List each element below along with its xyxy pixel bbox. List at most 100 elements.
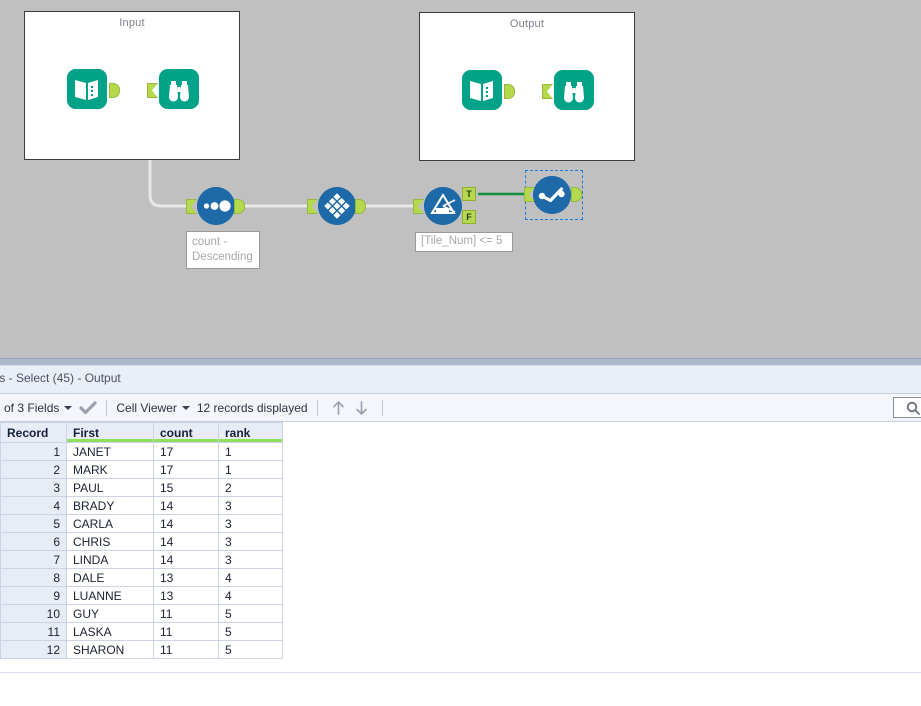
table-cell[interactable]: 7 [0,550,67,569]
table-cell[interactable]: 17 [153,460,219,479]
table-row[interactable]: 3 PAUL 15 2 [0,478,283,497]
table-cell[interactable]: 3 [218,514,283,533]
table-cell[interactable]: LUANNE [66,586,154,605]
table-cell[interactable]: 4 [218,568,283,587]
table-row[interactable]: 9 LUANNE 13 4 [0,586,283,605]
table-cell[interactable]: MARK [66,460,154,479]
table-row[interactable]: 1 JANET 17 1 [0,442,283,461]
table-cell[interactable]: 11 [153,622,219,641]
table-row[interactable]: 5 CARLA 14 3 [0,514,283,533]
table-cell[interactable]: 4 [0,496,67,515]
table-row[interactable]: 12 SHARON 11 5 [0,640,283,659]
table-cell[interactable]: JANET [66,442,154,461]
column-header-record[interactable]: Record [0,422,67,443]
table-cell[interactable]: 11 [0,622,67,641]
table-cell[interactable]: 5 [218,640,283,659]
table-row[interactable]: 8 DALE 13 4 [0,568,283,587]
table-cell[interactable]: CHRIS [66,532,154,551]
filter-annotation: [Tile_Num] <= 5 [415,232,513,252]
table-cell[interactable]: 1 [0,442,67,461]
table-row[interactable]: 4 BRADY 14 3 [0,496,283,515]
table-cell[interactable]: 11 [153,604,219,623]
results-grid[interactable]: Record First count rank 1 JANET 17 1 2 MARK 17… [0,422,283,659]
table-cell[interactable]: 2 [0,460,67,479]
workflow-canvas[interactable]: Input Output count - Descending T F [Til… [0,0,921,358]
table-cell[interactable]: 5 [0,514,67,533]
table-cell[interactable]: 8 [0,568,67,587]
toolbar-separator [106,399,108,416]
table-cell[interactable]: 12 [0,640,67,659]
column-header-first[interactable]: First [66,422,154,443]
table-cell[interactable]: 5 [218,622,283,641]
table-row[interactable]: 10 GUY 11 5 [0,604,283,623]
results-panel: ts - Select (45) - Output 3 of 3 Fields … [0,366,921,706]
panel-splitter[interactable] [0,358,921,366]
input-anchor[interactable] [147,83,158,98]
table-row[interactable]: 7 LINDA 14 3 [0,550,283,569]
search-input[interactable] [893,397,921,418]
tile-tool[interactable] [318,187,356,225]
table-row[interactable]: 2 MARK 17 1 [0,460,283,479]
table-cell[interactable]: 14 [153,532,219,551]
browse-tool[interactable] [554,70,594,110]
table-row[interactable]: 6 CHRIS 14 3 [0,532,283,551]
browse-tool[interactable] [159,69,199,109]
chevron-down-icon [64,405,73,410]
table-cell[interactable]: CARLA [66,514,154,533]
cell-viewer-dropdown[interactable]: Cell Viewer [116,401,196,415]
table-cell[interactable]: 11 [153,640,219,659]
book-icon [67,69,107,109]
table-cell[interactable]: 3 [0,478,67,497]
table-cell[interactable]: BRADY [66,496,154,515]
input-container[interactable]: Input [24,11,240,160]
table-cell[interactable]: SHARON [66,640,154,659]
table-cell[interactable]: 15 [153,478,219,497]
column-header-count[interactable]: count [153,422,219,443]
browse-tool[interactable] [533,176,571,214]
table-cell[interactable]: 9 [0,586,67,605]
table-cell[interactable]: 14 [153,496,219,515]
results-toolbar[interactable]: 3 of 3 Fields Cell Viewer 12 records dis… [0,394,921,422]
filter-tool[interactable] [424,187,462,225]
table-cell[interactable]: 14 [153,550,219,569]
table-cell[interactable]: 3 [218,496,283,515]
checkmark-icon[interactable] [79,400,97,415]
toolbar-separator [316,399,318,416]
search-icon [906,401,920,415]
sort-tool[interactable] [197,187,235,225]
table-cell[interactable]: LASKA [66,622,154,641]
filter-true-anchor[interactable]: T [462,187,476,201]
fields-dropdown[interactable]: 3 of 3 Fields [0,401,79,415]
table-cell[interactable]: 6 [0,532,67,551]
grid-body: 1 JANET 17 1 2 MARK 17 1 3 PAUL 15 2 4 BRADY 14 3 5 CARLA… [0,442,283,659]
table-cell[interactable]: LINDA [66,550,154,569]
arrow-down-icon[interactable] [354,400,369,416]
column-header-rank[interactable]: rank [218,422,283,443]
table-cell[interactable]: 10 [0,604,67,623]
table-row[interactable]: 11 LASKA 11 5 [0,622,283,641]
table-cell[interactable]: 3 [218,550,283,569]
table-cell[interactable]: 4 [218,586,283,605]
table-cell[interactable]: GUY [66,604,154,623]
input-anchor[interactable] [542,84,553,99]
filter-false-anchor[interactable]: F [462,210,476,224]
table-cell[interactable]: 2 [218,478,283,497]
output-anchor[interactable] [504,84,515,99]
table-cell[interactable]: 13 [153,586,219,605]
input-data-tool[interactable] [67,69,107,109]
table-cell[interactable]: 14 [153,514,219,533]
table-cell[interactable]: 3 [218,532,283,551]
output-data-tool[interactable] [462,70,502,110]
table-cell[interactable]: 13 [153,568,219,587]
cell-viewer-label: Cell Viewer [116,400,177,415]
output-container[interactable]: Output [419,12,635,161]
table-cell[interactable]: 5 [218,604,283,623]
table-cell[interactable]: 1 [218,442,283,461]
table-cell[interactable]: 1 [218,460,283,479]
output-anchor[interactable] [109,83,120,98]
arrow-up-icon[interactable] [331,400,346,416]
table-cell[interactable]: PAUL [66,478,154,497]
table-cell[interactable]: DALE [66,568,154,587]
table-cell[interactable]: 17 [153,442,219,461]
results-titlebar: ts - Select (45) - Output [0,366,921,394]
